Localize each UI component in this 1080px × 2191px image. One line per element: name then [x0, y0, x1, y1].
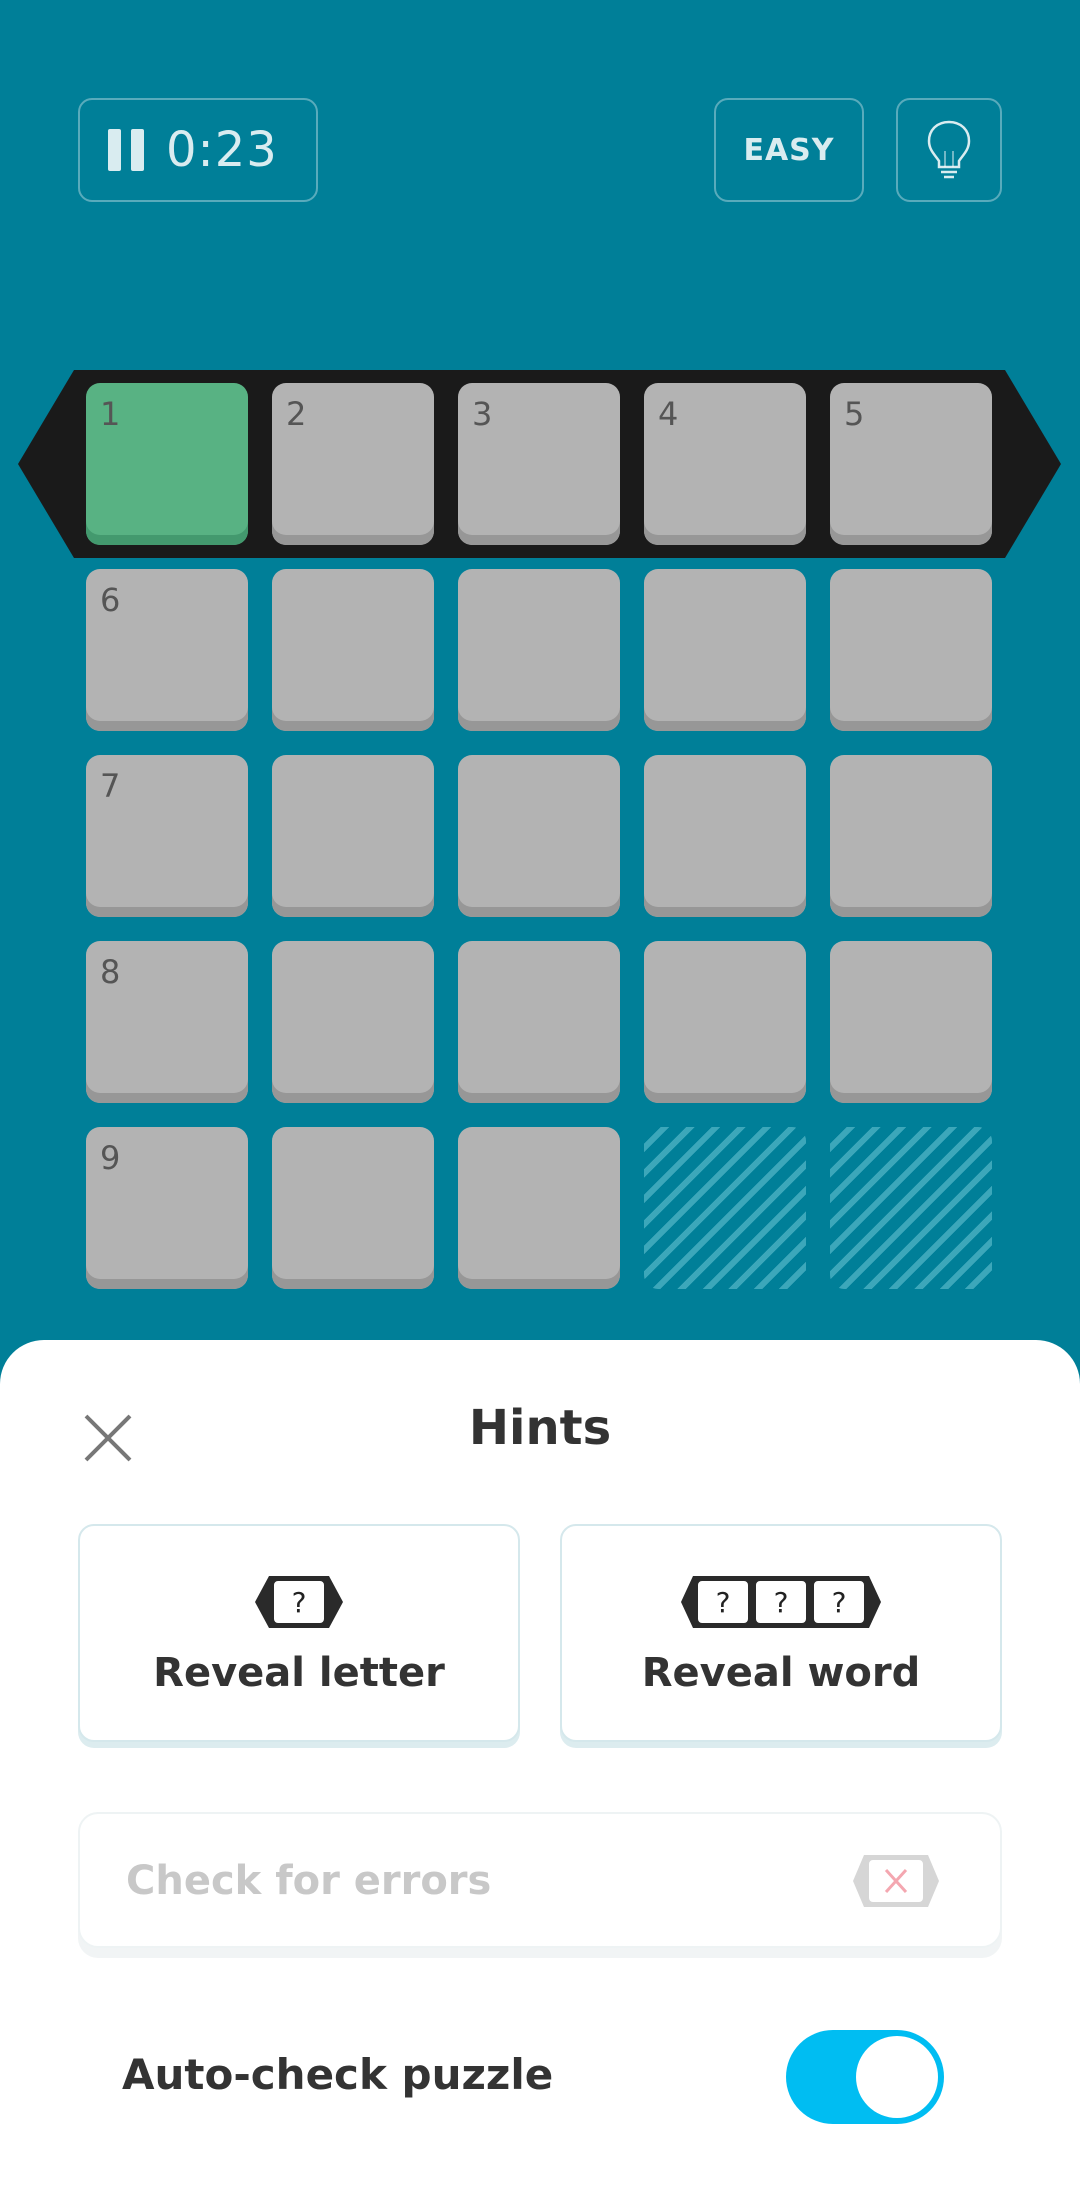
grid-cell[interactable]: 4: [644, 383, 806, 545]
auto-check-toggle[interactable]: [786, 2030, 944, 2124]
cell-number: 5: [844, 395, 865, 433]
cell-number: 9: [100, 1139, 121, 1177]
reveal-word-button[interactable]: ? ? ? Reveal word: [560, 1524, 1002, 1742]
cell-number: 1: [100, 395, 121, 433]
grid-cell[interactable]: [458, 755, 620, 917]
grid-cell[interactable]: [272, 755, 434, 917]
grid-cell[interactable]: 3: [458, 383, 620, 545]
grid-cell[interactable]: 5: [830, 383, 992, 545]
svg-text:?: ?: [292, 1586, 307, 1619]
reveal-word-icon: ? ? ?: [681, 1576, 881, 1628]
check-errors-label: Check for errors: [126, 1858, 492, 1904]
grid-cell[interactable]: [644, 941, 806, 1103]
grid-cell[interactable]: [644, 569, 806, 731]
hints-button[interactable]: [896, 98, 1002, 202]
grid-cell-blocked: [830, 1127, 992, 1289]
svg-text:?: ?: [832, 1586, 847, 1619]
grid-cell[interactable]: 8: [86, 941, 248, 1103]
difficulty-label: EASY: [743, 132, 835, 168]
difficulty-button[interactable]: EASY: [714, 98, 864, 202]
grid-cell[interactable]: [458, 569, 620, 731]
auto-check-label: Auto-check puzzle: [122, 2050, 554, 2099]
grid-cell[interactable]: [644, 755, 806, 917]
lightbulb-icon: [927, 120, 971, 179]
grid-cell[interactable]: [272, 569, 434, 731]
grid-cell[interactable]: [830, 941, 992, 1103]
cell-number: 3: [472, 395, 493, 433]
cell-number: 2: [286, 395, 307, 433]
grid-cell[interactable]: [458, 941, 620, 1103]
grid-cell[interactable]: [830, 755, 992, 917]
grid-cell[interactable]: 7: [86, 755, 248, 917]
reveal-letter-icon: ?: [255, 1576, 343, 1628]
cell-number: 7: [100, 767, 121, 805]
cell-number: 8: [100, 953, 121, 991]
reveal-word-label: Reveal word: [641, 1650, 921, 1696]
reveal-letter-label: Reveal letter: [153, 1650, 445, 1696]
svg-text:?: ?: [716, 1586, 731, 1619]
grid-cell[interactable]: [272, 1127, 434, 1289]
error-check-icon: [853, 1855, 939, 1907]
grid-cell[interactable]: 2: [272, 383, 434, 545]
reveal-letter-button[interactable]: ? Reveal letter: [78, 1524, 520, 1742]
grid-cell[interactable]: [272, 941, 434, 1103]
check-errors-button[interactable]: Check for errors: [78, 1812, 1002, 1948]
pause-icon: [108, 129, 144, 171]
grid-cell[interactable]: [830, 569, 992, 731]
sheet-title: Hints: [468, 1400, 612, 1456]
toggle-knob: [856, 2036, 938, 2118]
crossword-grid: 1 2 3 4 5 6 7 8 9: [86, 383, 992, 1289]
grid-cell[interactable]: [458, 1127, 620, 1289]
grid-cell[interactable]: 1: [86, 383, 248, 545]
grid-cell-blocked: [644, 1127, 806, 1289]
grid-cell[interactable]: 6: [86, 569, 248, 731]
cell-number: 4: [658, 395, 679, 433]
svg-text:?: ?: [774, 1586, 789, 1619]
hints-sheet: Hints ? Reveal letter ? ? ? Reveal word …: [0, 1340, 1080, 2191]
timer-pause-button[interactable]: 0:23: [78, 98, 318, 202]
grid-cell[interactable]: 9: [86, 1127, 248, 1289]
timer-text: 0:23: [166, 122, 278, 178]
cell-number: 6: [100, 581, 121, 619]
